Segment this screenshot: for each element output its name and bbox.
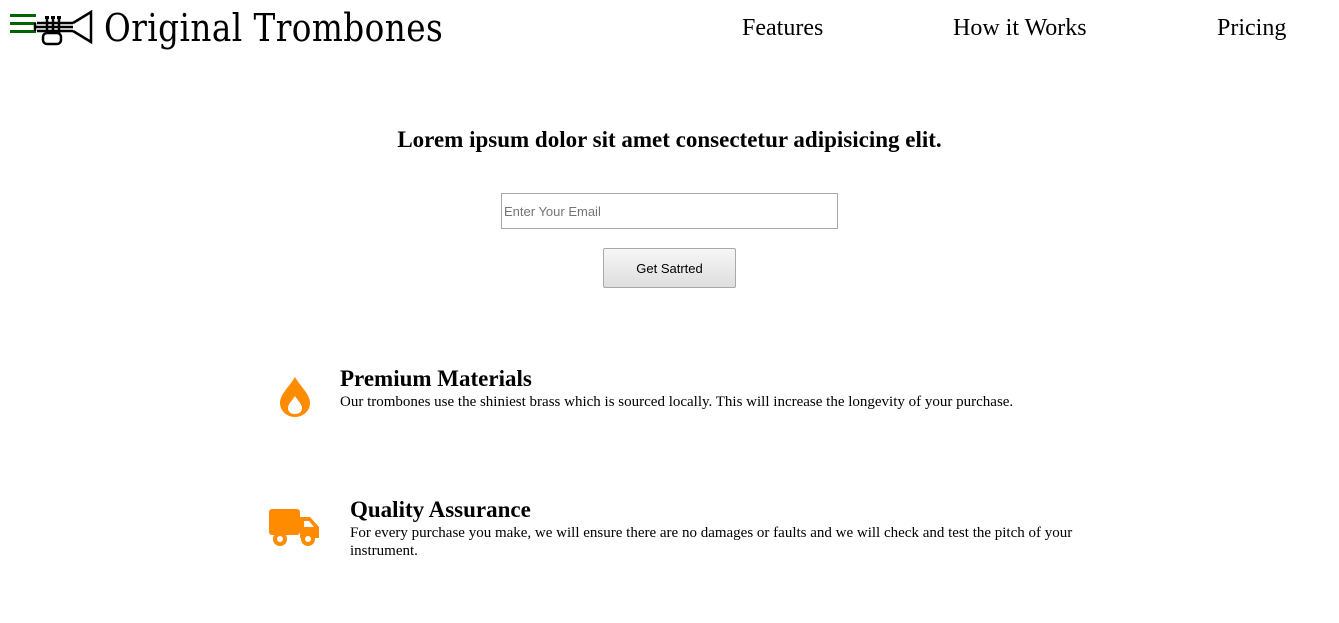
brand-name[interactable]: Original Trombones [104, 4, 443, 52]
email-input[interactable] [501, 193, 838, 229]
nav-link-how-it-works[interactable]: How it Works [953, 13, 1087, 43]
nav-link-features[interactable]: Features [742, 13, 823, 43]
get-started-button[interactable]: Get Satrted [603, 248, 736, 288]
feature-title-quality-assurance: Quality Assurance [350, 497, 531, 522]
feature-description-quality-assurance: For every purchase you make, we will ens… [350, 525, 1073, 559]
trumpet-icon [33, 10, 93, 46]
flame-icon [280, 377, 310, 417]
feature-title-premium-materials: Premium Materials [340, 366, 532, 391]
truck-icon [269, 509, 319, 546]
feature-description-premium-materials: Our trombones use the shiniest brass whi… [340, 394, 1014, 410]
site-header: Original Trombones Features How it Works… [0, 0, 1339, 60]
nav-link-pricing[interactable]: Pricing [1217, 13, 1286, 43]
hero-title: Lorem ipsum dolor sit amet consectetur a… [397, 127, 942, 152]
